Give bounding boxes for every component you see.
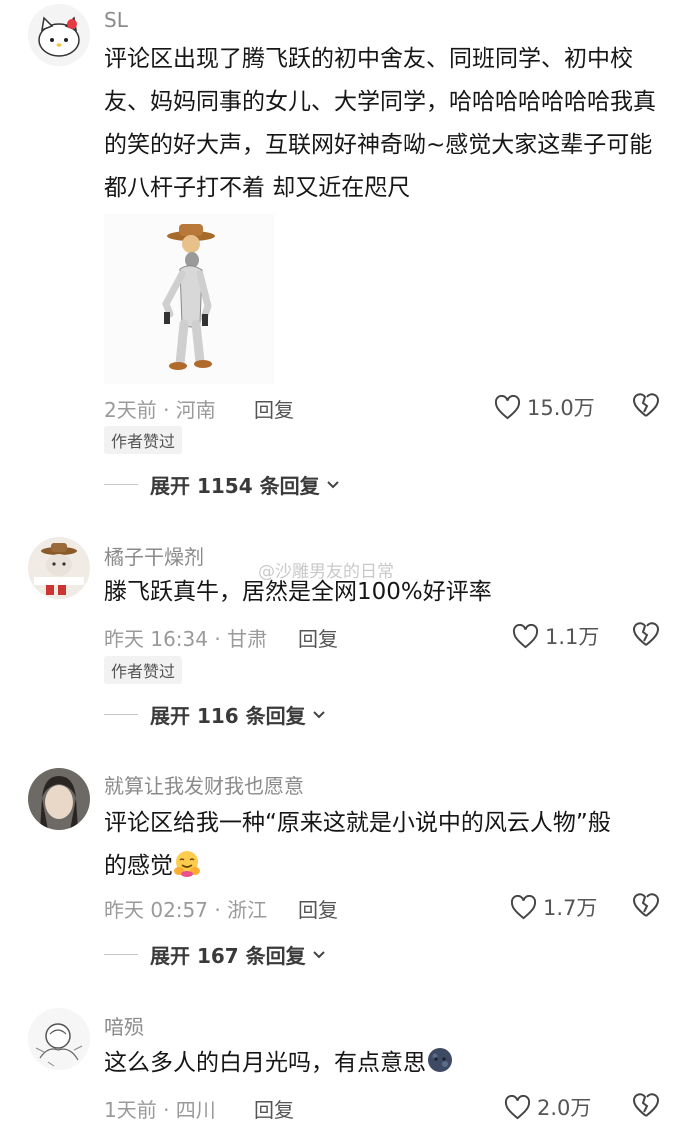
comment-meta: 昨天 16:34 · 甘肃 (104, 627, 268, 651)
expand-replies-label: 展开 116 条回复 (150, 704, 306, 728)
divider (104, 714, 138, 715)
like-count: 2.0万 (537, 1096, 592, 1120)
broken-heart-icon[interactable] (632, 391, 660, 418)
heart-icon (512, 623, 539, 648)
hugging-face-emoji (174, 851, 200, 877)
like-count: 1.7万 (543, 896, 598, 920)
new-moon-face-emoji (428, 1048, 452, 1072)
like-button[interactable]: 1.1万 (512, 621, 599, 651)
girl-portrait-avatar-icon (28, 768, 90, 830)
reply-button[interactable]: 回复 (298, 623, 338, 652)
username[interactable]: 就算让我发财我也愿意 (104, 770, 304, 799)
comment-text-fragment: 这么多人的白月光吗，有点意思 (104, 1050, 426, 1076)
comment-text-line: 评论区给我一种“原来这就是小说中的风云人物”般 (104, 810, 611, 836)
expand-replies-label: 展开 1154 条回复 (150, 474, 320, 498)
author-liked-badge: 作者赞过 (104, 426, 183, 454)
heart-icon (510, 894, 537, 919)
avatar[interactable] (28, 4, 90, 66)
watermark: @沙雕男友的日常 (258, 562, 394, 582)
broken-heart-icon[interactable] (632, 891, 660, 918)
cowboy-dancing-sticker[interactable] (104, 214, 274, 384)
username[interactable]: SL (104, 8, 128, 32)
username[interactable]: 橘子干燥剂 (104, 541, 204, 570)
sketch-astronaut-avatar-icon (28, 1008, 90, 1070)
comment-text-fragment: 的感觉 (104, 853, 173, 879)
like-count: 15.0万 (527, 396, 595, 420)
expand-replies-button[interactable]: 展开 116 条回复 (104, 700, 326, 729)
like-count: 1.1万 (545, 625, 600, 649)
like-button[interactable]: 2.0万 (504, 1092, 591, 1122)
comment-text-line: 的感觉 (104, 845, 664, 888)
heart-icon (494, 394, 521, 419)
chevron-down-icon (312, 950, 325, 958)
chevron-down-icon (326, 480, 339, 488)
comment-meta: 昨天 02:57 · 浙江 (104, 898, 268, 922)
comment-text: 这么多人的白月光吗，有点意思 (104, 1042, 664, 1085)
cat-cowboy-avatar-icon: . (28, 537, 90, 599)
expand-replies-button[interactable]: 展开 1154 条回复 (104, 470, 340, 499)
like-button[interactable]: 1.7万 (510, 892, 597, 922)
divider (104, 484, 138, 485)
author-liked-badge: 作者赞过 (104, 656, 183, 684)
avatar[interactable] (28, 1008, 90, 1070)
like-button[interactable]: 15.0万 (494, 392, 595, 422)
hello-kitty-avatar-icon (28, 4, 90, 66)
expand-replies-button[interactable]: 展开 167 条回复 (104, 940, 326, 969)
comment-text: 评论区给我一种“原来这就是小说中的风云人物”般 的感觉 (104, 802, 664, 888)
broken-heart-icon[interactable] (632, 620, 660, 647)
broken-heart-icon[interactable] (632, 1091, 660, 1118)
reply-button[interactable]: 回复 (298, 894, 338, 923)
comment-meta: 1天前 · 四川 (104, 1098, 216, 1122)
reply-button[interactable]: 回复 (254, 394, 294, 423)
chevron-down-icon (312, 710, 325, 718)
comment-meta: 2天前 · 河南 (104, 398, 216, 422)
avatar[interactable] (28, 768, 90, 830)
reply-button[interactable]: 回复 (254, 1094, 294, 1123)
username[interactable]: 喑殒 (104, 1011, 144, 1040)
avatar[interactable]: . (28, 537, 90, 599)
comment-text: 评论区出现了腾飞跃的初中舍友、同班同学、初中校友、妈妈同事的女儿、大学同学，哈哈… (104, 46, 656, 201)
divider (104, 954, 138, 955)
expand-replies-label: 展开 167 条回复 (150, 944, 306, 968)
heart-icon (504, 1094, 531, 1119)
